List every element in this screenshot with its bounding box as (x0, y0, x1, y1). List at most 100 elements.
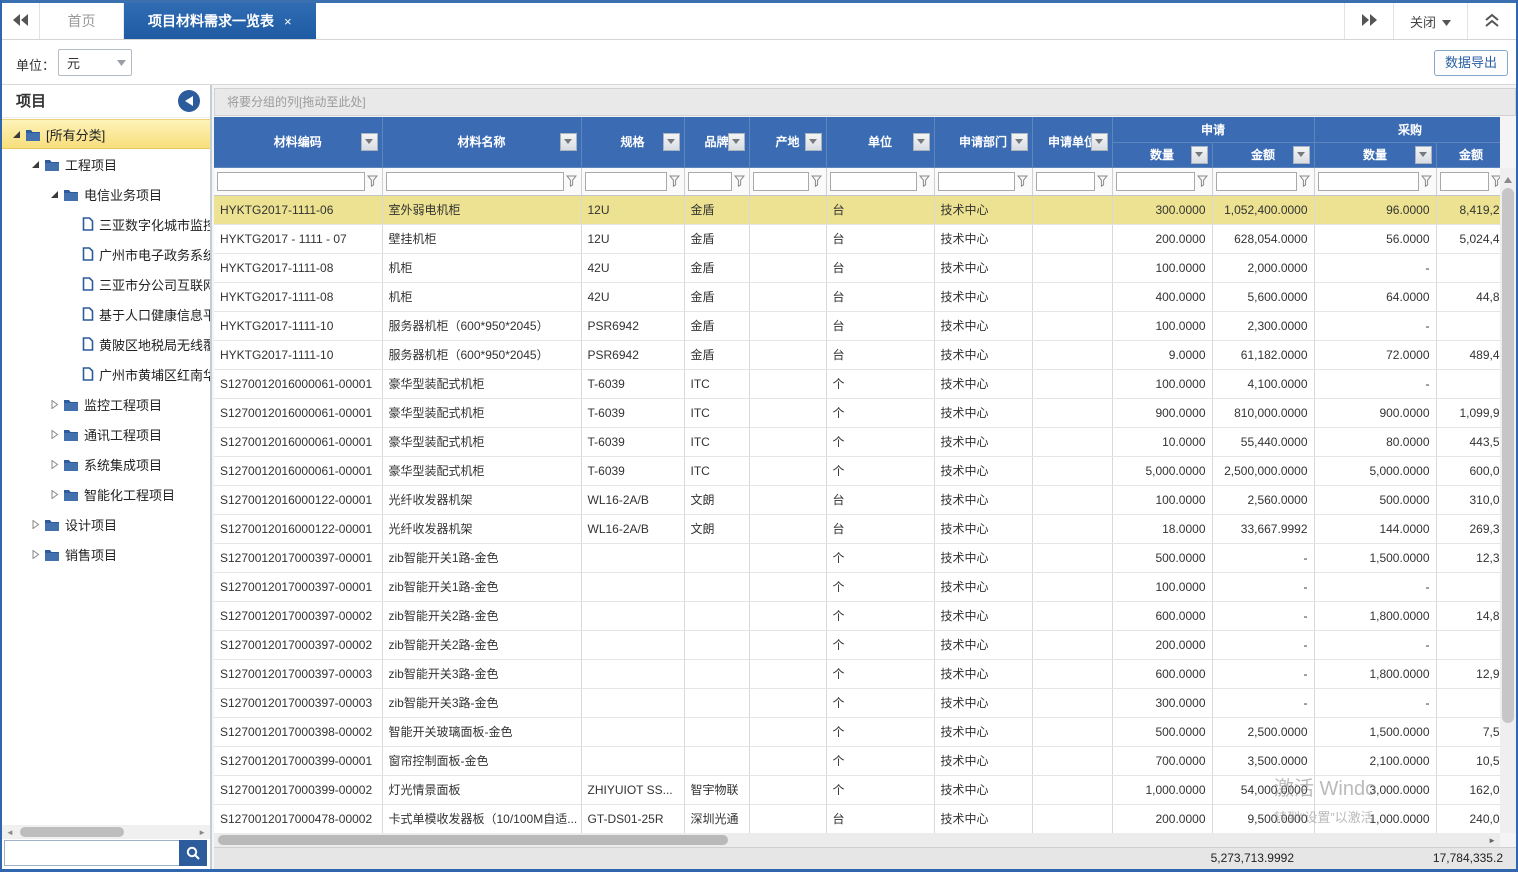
table-cell[interactable] (684, 688, 749, 717)
tree-collapsed-icon[interactable] (48, 430, 60, 439)
filter-funnel-icon[interactable] (1421, 175, 1433, 187)
column-header[interactable]: 单位 (826, 117, 934, 167)
table-row[interactable]: HYKTG2017-1111-10服务器机柜（600*950*2045）PSR6… (214, 311, 1500, 340)
table-cell[interactable] (1032, 543, 1112, 572)
table-cell[interactable]: 2,560.0000 (1212, 485, 1314, 514)
tree-collapsed-icon[interactable] (29, 520, 41, 529)
table-cell[interactable]: 3,500.0000 (1212, 746, 1314, 775)
table-cell[interactable]: 700.0000 (1112, 746, 1212, 775)
table-cell[interactable]: 100.0000 (1112, 369, 1212, 398)
column-filter-input[interactable] (1440, 172, 1489, 191)
tab-close-icon[interactable]: × (284, 14, 292, 29)
table-cell[interactable] (1436, 688, 1500, 717)
table-cell[interactable]: - (1314, 253, 1436, 282)
tree-item[interactable]: [所有分类] (2, 119, 210, 149)
table-cell[interactable]: 卡式单模收发器板（10/100M自适... (382, 804, 581, 833)
table-cell[interactable]: 9,500.0000 (1212, 804, 1314, 833)
table-cell[interactable]: 900.0000 (1112, 398, 1212, 427)
table-cell[interactable] (749, 224, 826, 253)
table-cell[interactable]: S1270012017000397-00002 (214, 630, 382, 659)
column-filter-dropdown-icon[interactable] (728, 133, 745, 151)
table-cell[interactable] (749, 717, 826, 746)
table-cell[interactable] (749, 195, 826, 224)
table-cell[interactable] (1032, 717, 1112, 746)
column-filter-dropdown-icon[interactable] (560, 133, 577, 151)
table-cell[interactable]: 80.0000 (1314, 427, 1436, 456)
table-cell[interactable]: S1270012017000397-00001 (214, 543, 382, 572)
table-cell[interactable]: 技术中心 (934, 572, 1032, 601)
table-cell[interactable]: ITC (684, 398, 749, 427)
table-cell[interactable] (749, 369, 826, 398)
tree-expanded-icon[interactable] (29, 160, 41, 169)
table-cell[interactable]: 1,500.0000 (1314, 717, 1436, 746)
table-cell[interactable] (749, 398, 826, 427)
table-cell[interactable]: HYKTG2017-1111-06 (214, 195, 382, 224)
table-cell[interactable]: PSR6942 (581, 311, 684, 340)
tree-item[interactable]: 智能化工程项目 (2, 479, 210, 509)
table-cell[interactable]: 技术中心 (934, 311, 1032, 340)
data-export-button[interactable]: 数据导出 (1434, 50, 1508, 76)
table-cell[interactable] (1032, 514, 1112, 543)
table-cell[interactable] (749, 456, 826, 485)
table-cell[interactable]: 61,182.0000 (1212, 340, 1314, 369)
table-cell[interactable] (1032, 253, 1112, 282)
table-cell[interactable]: zib智能开关3路-金色 (382, 659, 581, 688)
tree-item[interactable]: 广州市电子政务系统项 (2, 239, 210, 269)
table-cell[interactable]: 33,667.9992 (1212, 514, 1314, 543)
table-cell[interactable] (684, 717, 749, 746)
table-cell[interactable]: S1270012016000122-00001 (214, 514, 382, 543)
table-cell[interactable]: 5,000.0000 (1314, 456, 1436, 485)
table-cell[interactable]: 400.0000 (1112, 282, 1212, 311)
table-horizontal-scrollbar[interactable]: ► (214, 833, 1500, 847)
table-cell[interactable] (581, 572, 684, 601)
table-row[interactable]: S1270012017000398-00002智能开关玻璃面板-金色个技术中心5… (214, 717, 1500, 746)
table-cell[interactable]: 台 (826, 804, 934, 833)
table-cell[interactable]: ITC (684, 369, 749, 398)
table-cell[interactable]: HYKTG2017-1111-08 (214, 282, 382, 311)
table-cell[interactable]: 42U (581, 253, 684, 282)
table-cell[interactable]: 100.0000 (1112, 253, 1212, 282)
table-cell[interactable]: 灯光情景面板 (382, 775, 581, 804)
table-cell[interactable]: 4,100.0000 (1212, 369, 1314, 398)
table-cell[interactable]: S1270012016000061-00001 (214, 398, 382, 427)
table-cell[interactable] (749, 282, 826, 311)
table-cell[interactable]: 300.0000 (1112, 688, 1212, 717)
table-cell[interactable]: 技术中心 (934, 775, 1032, 804)
table-cell[interactable] (581, 688, 684, 717)
tree-item[interactable]: 三亚数字化城市监控系 (2, 209, 210, 239)
scroll-right-arrow-icon[interactable]: ► (198, 828, 206, 837)
table-cell[interactable]: 个 (826, 456, 934, 485)
table-cell[interactable] (1032, 804, 1112, 833)
scroll-tabs-left-button[interactable] (2, 3, 40, 39)
table-cell[interactable]: 技术中心 (934, 369, 1032, 398)
tree-search-input[interactable] (4, 840, 179, 866)
tree-collapsed-icon[interactable] (29, 550, 41, 559)
scroll-tabs-right-button[interactable] (1344, 3, 1393, 39)
table-cell[interactable]: 54,000.0000 (1212, 775, 1314, 804)
table-cell[interactable]: 台 (826, 282, 934, 311)
table-cell[interactable] (1436, 369, 1500, 398)
table-row[interactable]: S1270012017000397-00003zib智能开关3路-金色个技术中心… (214, 659, 1500, 688)
table-cell[interactable]: 3,000.0000 (1314, 775, 1436, 804)
table-cell[interactable]: ITC (684, 456, 749, 485)
table-cell[interactable]: 技术中心 (934, 485, 1032, 514)
scrollbar-thumb[interactable] (1502, 188, 1514, 723)
table-cell[interactable] (1032, 572, 1112, 601)
table-cell[interactable]: 技术中心 (934, 398, 1032, 427)
table-cell[interactable]: 技术中心 (934, 427, 1032, 456)
table-cell[interactable]: 500.0000 (1314, 485, 1436, 514)
table-cell[interactable]: 机柜 (382, 253, 581, 282)
table-cell[interactable]: 技术中心 (934, 717, 1032, 746)
table-cell[interactable] (749, 340, 826, 369)
column-filter-input[interactable] (1116, 172, 1195, 191)
tree-collapsed-icon[interactable] (48, 490, 60, 499)
table-cell[interactable]: 42U (581, 282, 684, 311)
table-cell[interactable] (749, 746, 826, 775)
table-cell[interactable]: 5,000.0000 (1112, 456, 1212, 485)
table-cell[interactable]: 300.0000 (1112, 195, 1212, 224)
table-cell[interactable]: T-6039 (581, 398, 684, 427)
table-cell[interactable]: 600,0 (1436, 456, 1500, 485)
column-filter-input[interactable] (1036, 172, 1095, 191)
table-cell[interactable]: 技术中心 (934, 514, 1032, 543)
table-cell[interactable]: - (1212, 630, 1314, 659)
